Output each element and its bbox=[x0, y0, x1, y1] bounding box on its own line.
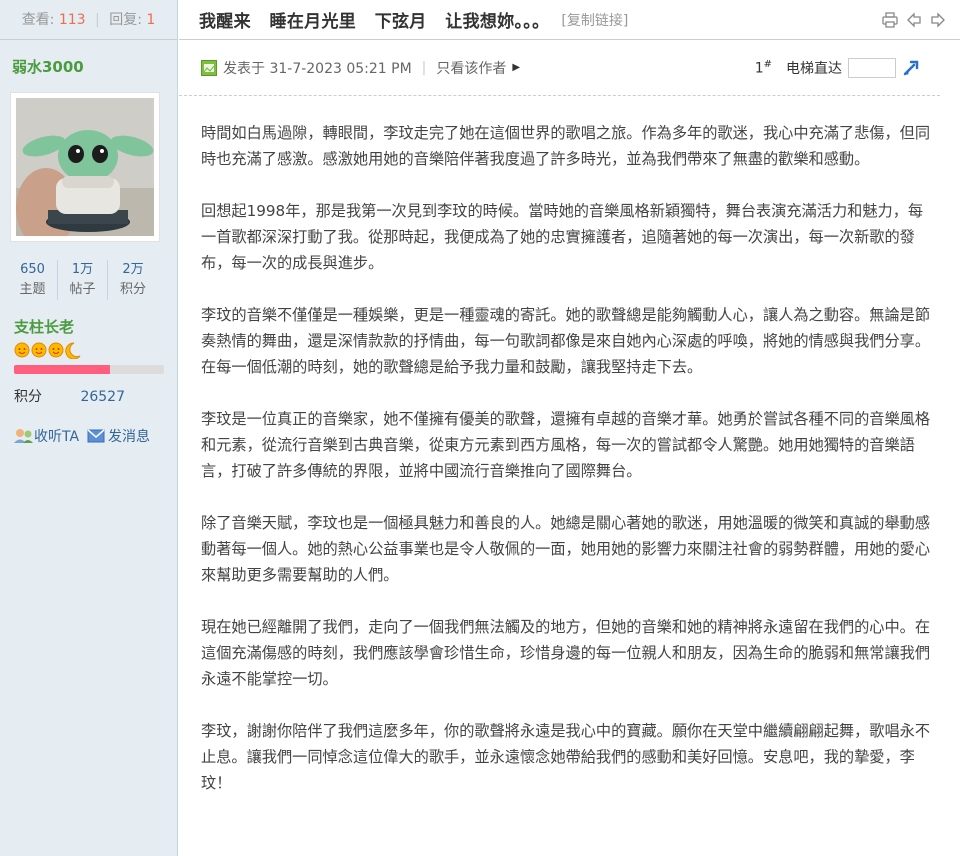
meta-divider: | bbox=[421, 59, 427, 76]
post-paragraph: 現在她已經離開了我們，走向了一個我們無法觸及的地方，但她的音樂和她的精神將永遠留… bbox=[201, 618, 930, 688]
triangle-right-icon: ▶ bbox=[512, 62, 521, 73]
post-paragraph: 除了音樂天賦，李玟也是一個極具魅力和善良的人。她總是關心著她的歌迷，用她溫暖的微… bbox=[201, 514, 930, 584]
count-label: 主题 bbox=[19, 282, 46, 297]
post-paragraph: 李玟，謝謝你陪伴了我們這麼多年，你的歌聲將永遠是我心中的寶藏。願你在天堂中繼續翩… bbox=[201, 722, 930, 792]
count-value: 1万 bbox=[71, 262, 94, 277]
next-thread-icon[interactable] bbox=[930, 11, 946, 28]
count-label: 积分 bbox=[119, 282, 146, 297]
views-count: 113 bbox=[58, 12, 86, 28]
post-paragraph: 時間如白馬過隙，轉眼間，李玟走完了她在這個世界的歌唱之旅。作為多年的歌迷，我心中… bbox=[201, 124, 930, 168]
author-counts: 650 主题 1万 帖子 2万 积分 bbox=[0, 260, 177, 300]
views-label: 查看: bbox=[21, 12, 55, 28]
author-sidebar: 查看: 113 | 回复: 1 弱水3000 650 主题 1万 帖子 2万 积… bbox=[0, 0, 178, 856]
follow-button[interactable]: 收听TA bbox=[14, 426, 79, 446]
rank-icons bbox=[14, 341, 177, 361]
thread-title: 我醒来 睡在月光里 下弦月 让我想妳。。。 bbox=[199, 12, 550, 32]
author-name[interactable]: 弱水3000 bbox=[0, 40, 177, 86]
rank-progress-bar bbox=[14, 365, 164, 374]
count-value: 650 bbox=[20, 262, 45, 277]
thread-stats: 查看: 113 | 回复: 1 bbox=[0, 0, 177, 40]
jump-to-floor-label: 电梯直达 bbox=[786, 60, 842, 77]
replies-count: 1 bbox=[146, 12, 156, 28]
points-value: 26527 bbox=[80, 389, 125, 405]
replies-label: 回复: bbox=[109, 12, 142, 28]
print-icon[interactable] bbox=[882, 11, 898, 28]
online-status-icon bbox=[201, 59, 217, 76]
count-posts[interactable]: 1万 帖子 bbox=[58, 260, 108, 300]
points-row: 积分 26527 bbox=[14, 386, 177, 406]
previous-thread-icon[interactable] bbox=[906, 11, 922, 28]
count-topics[interactable]: 650 主题 bbox=[8, 260, 58, 300]
count-credits[interactable]: 2万 积分 bbox=[108, 260, 158, 300]
post-content: 時間如白馬過隙，轉眼間，李玟走完了她在這個世界的歌唱之旅。作為多年的歌迷，我心中… bbox=[179, 96, 960, 796]
floor-number[interactable]: 1# bbox=[755, 59, 772, 77]
thread-title-bar: 我醒来 睡在月光里 下弦月 让我想妳。。。 [复制链接] bbox=[179, 0, 960, 40]
avatar-image bbox=[16, 98, 154, 236]
send-message-button[interactable]: 发消息 bbox=[87, 426, 150, 446]
points-label: 积分 bbox=[14, 389, 42, 405]
post-paragraph: 李玟是一位真正的音樂家，她不僅擁有優美的歌聲，還擁有卓越的音樂才華。她勇於嘗試各… bbox=[201, 410, 930, 480]
stats-divider: | bbox=[95, 12, 100, 28]
post-paragraph: 李玟的音樂不僅僅是一種娛樂，更是一種靈魂的寄託。她的歌聲總是能夠觸動人心，讓人為… bbox=[201, 306, 930, 376]
jump-to-floor-input[interactable] bbox=[848, 57, 896, 78]
copy-link-button[interactable]: [复制链接] bbox=[561, 10, 628, 30]
avatar[interactable] bbox=[10, 92, 160, 242]
post-paragraph: 回想起1998年，那是我第一次見到李玟的時候。當時她的音樂風格新穎獨特，舞台表演… bbox=[201, 202, 924, 272]
author-actions: 收听TA 发消息 bbox=[14, 426, 177, 446]
view-author-only-link[interactable]: 只看该作者 bbox=[436, 58, 506, 78]
envelope-icon bbox=[87, 429, 105, 443]
floor-suffix: # bbox=[763, 58, 772, 70]
send-message-label: 发消息 bbox=[108, 429, 151, 445]
floor-value: 1 bbox=[754, 60, 764, 77]
title-tools bbox=[882, 11, 946, 28]
post-meta-bar: 发表于 31-7-2023 05:21 PM | 只看该作者 ▶ 1# 电梯直达 bbox=[179, 40, 940, 96]
follow-label: 收听TA bbox=[34, 429, 80, 445]
jump-go-icon[interactable] bbox=[902, 59, 920, 77]
rank-progress-fill bbox=[14, 365, 110, 374]
count-value: 2万 bbox=[122, 262, 144, 277]
post-main: 我醒来 睡在月光里 下弦月 让我想妳。。。 [复制链接] 发表于 31-7-20 bbox=[179, 0, 960, 856]
user-rank: 支柱长老 bbox=[14, 318, 75, 336]
follow-icon bbox=[14, 429, 33, 443]
count-label: 帖子 bbox=[69, 282, 96, 297]
post-date: 发表于 31-7-2023 05:21 PM bbox=[223, 60, 412, 77]
rank-sun-moon-icon bbox=[14, 342, 81, 360]
